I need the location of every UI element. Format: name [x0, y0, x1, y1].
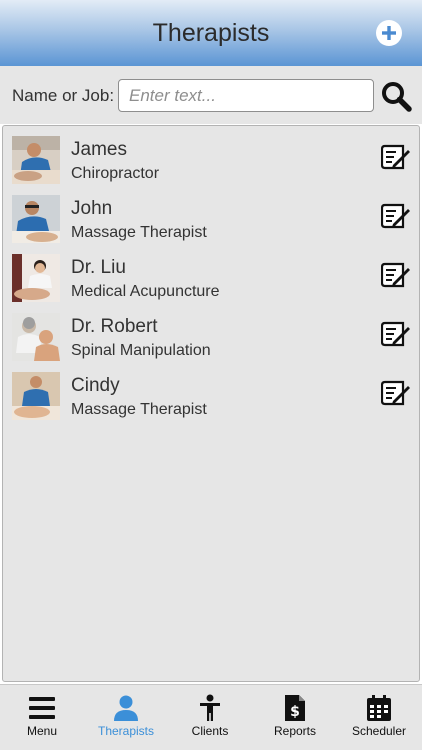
- therapist-job: Spinal Manipulation: [71, 342, 211, 359]
- therapist-row[interactable]: John Massage Therapist: [3, 195, 419, 253]
- bottom-tab-bar: Menu Therapists Clients $ Reports Schedu…: [0, 684, 422, 750]
- therapist-photo: [12, 372, 60, 420]
- therapist-name: Dr. Robert: [71, 316, 158, 337]
- therapist-photo: [12, 254, 60, 302]
- search-label: Name or Job:: [12, 86, 115, 105]
- svg-text:$: $: [290, 704, 300, 720]
- edit-note-icon[interactable]: [381, 262, 411, 290]
- standing-person-icon: [200, 694, 220, 721]
- therapist-row[interactable]: James Chiropractor: [3, 136, 419, 194]
- therapist-job: Chiropractor: [71, 165, 160, 182]
- add-therapist-button[interactable]: [376, 20, 402, 46]
- therapist-name: Dr. Liu: [71, 257, 126, 278]
- edit-note-icon[interactable]: [381, 203, 411, 231]
- edit-note-icon[interactable]: [381, 144, 411, 172]
- search-bar: Name or Job:: [0, 66, 422, 124]
- tab-scheduler[interactable]: Scheduler: [337, 685, 421, 750]
- tab-label: Clients: [191, 724, 229, 738]
- therapist-photo: [12, 313, 60, 361]
- therapist-row[interactable]: Dr. Robert Spinal Manipulation: [3, 313, 419, 371]
- tab-clients[interactable]: Clients: [168, 685, 252, 750]
- tab-menu[interactable]: Menu: [0, 685, 84, 750]
- hamburger-menu-icon: [29, 697, 55, 719]
- edit-note-icon[interactable]: [381, 321, 411, 349]
- tab-label: Therapists: [97, 724, 155, 738]
- therapist-name: John: [71, 198, 113, 219]
- edit-note-icon[interactable]: [381, 380, 411, 408]
- tab-label: Reports: [273, 724, 317, 738]
- tab-reports[interactable]: $ Reports: [253, 685, 337, 750]
- therapist-job: Massage Therapist: [71, 224, 207, 241]
- tab-therapists[interactable]: Therapists: [84, 685, 168, 750]
- therapist-list: James Chiropractor John Massage Therapis…: [2, 125, 420, 682]
- therapist-photo: [12, 195, 60, 243]
- tab-label: Scheduler: [351, 724, 407, 738]
- therapist-job: Massage Therapist: [71, 401, 207, 418]
- therapist-row[interactable]: Dr. Liu Medical Acupuncture: [3, 254, 419, 312]
- search-icon[interactable]: [380, 80, 412, 112]
- dollar-document-icon: $: [285, 695, 305, 721]
- plus-circle-icon: [382, 26, 396, 40]
- therapist-name: James: [71, 139, 127, 160]
- page-title: Therapists: [152, 19, 270, 47]
- therapist-row[interactable]: Cindy Massage Therapist: [3, 372, 419, 430]
- therapist-photo: [12, 136, 60, 184]
- person-icon: [114, 695, 138, 721]
- search-input[interactable]: [118, 79, 374, 112]
- header-bar: Therapists: [0, 0, 422, 66]
- therapist-name: Cindy: [71, 375, 120, 396]
- tab-label: Menu: [26, 724, 58, 738]
- therapist-job: Medical Acupuncture: [71, 283, 220, 300]
- calendar-icon: [367, 695, 391, 721]
